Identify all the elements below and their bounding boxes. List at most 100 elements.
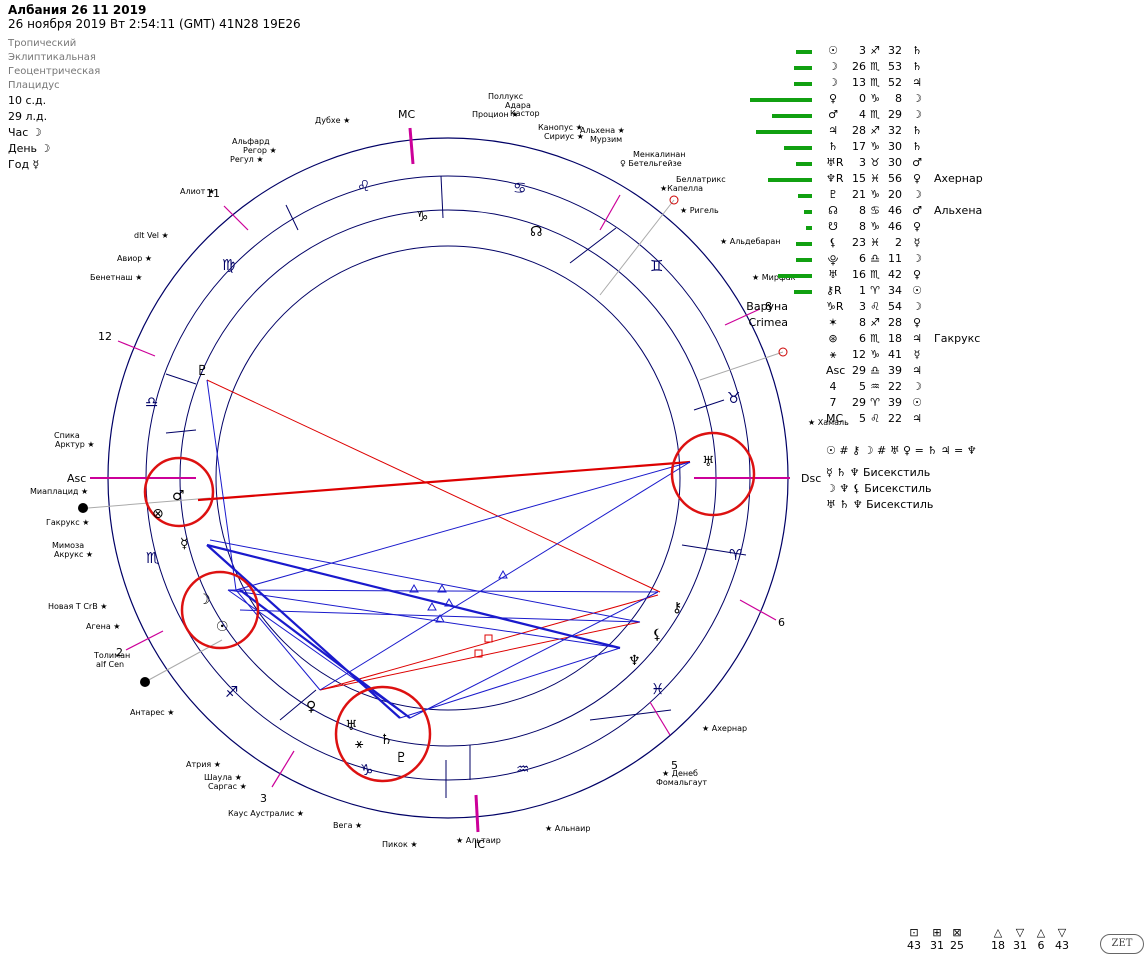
inner-ring [215,245,681,711]
degree-value: 13 [852,76,866,89]
planet-symbol: ♑R [826,300,844,313]
degree-value: 5 [859,412,866,425]
planet-symbol: MC [826,412,844,425]
aspect-summary-2: ☿ ♄ ♆ Бисекстиль [826,466,931,479]
sign-symbol: ♐ [870,316,880,329]
svg-text:Бенетнаш ★: Бенетнаш ★ [90,273,142,282]
gemini-glyph: ♊ [650,257,663,275]
aspect-lines [197,379,691,719]
cancer-glyph: ♋ [513,179,526,197]
svg-text:Толиман: Толиман [93,651,130,660]
ruler-symbol: ♄ [912,140,922,153]
svg-text:Спика: Спика [54,431,80,440]
ruler-symbol: ☽ [912,252,922,265]
degree-value: 15 [852,172,866,185]
ruler-symbol: ♀ [912,316,922,329]
minute-value: 53 [888,60,902,73]
square-stat-2: ⊞ 31 [930,926,944,952]
strength-bar [794,82,812,86]
pisces-glyph: ♓ [651,680,664,698]
degree-value: 4 [859,108,866,121]
svg-text:Беллатрикс: Беллатрикс [676,175,726,184]
planet-row: 4 5 ♒ 22 ☽ [750,380,1010,396]
mc-label: MC [398,108,415,121]
sun-icon: ☉ [216,619,229,635]
svg-text:Менкалинан: Менкалинан [633,150,685,159]
strength-bar [794,66,812,70]
minute-value: 30 [888,140,902,153]
minute-value: 32 [888,124,902,137]
planet-symbol: 7 [829,396,837,409]
triangle-stat-4: ▽ 43 [1055,926,1069,952]
highlight-circles [143,431,756,783]
planet-row: ☽ 26 ♏ 53 ♄ [750,60,1010,76]
uranus-retro-icon: ♅ [702,454,715,470]
ruler-symbol: ♃ [912,76,922,89]
triangle-stat-3: △ 6 [1036,926,1046,952]
svg-text:Мурзим: Мурзим [590,135,622,144]
ruler-symbol: ♄ [912,60,922,73]
svg-text:Агена ★: Агена ★ [86,622,120,631]
degree-value: 17 [852,140,866,153]
planet-symbol: ☋ [828,220,838,233]
svg-text:★ Ахернар: ★ Ахернар [702,724,747,733]
minute-value: 30 [888,156,902,169]
svg-text:Миаплацид ★: Миаплацид ★ [30,487,88,496]
degree-value: 28 [852,124,866,137]
triangle-stat-2: ▽ 31 [1013,926,1027,952]
zet-logo[interactable]: ZET [1100,934,1144,954]
svg-text:Шаула ★: Шаула ★ [204,773,242,782]
svg-text:Арктур ★: Арктур ★ [55,440,95,449]
minute-value: 29 [888,108,902,121]
house-3-label: 3 [260,792,267,805]
svg-text:Фомальгаут: Фомальгаут [656,778,707,787]
ruler-symbol: ♃ [912,364,922,377]
minute-value: 22 [888,380,902,393]
svg-text:♀ Бетельгейзе: ♀ Бетельгейзе [620,159,682,168]
planet-row: Варуна ♑R 3 ♌ 54 ☽ [746,300,1010,316]
ruler-symbol: ☿ [913,236,921,249]
degree-value: 16 [852,268,866,281]
planet-row: ♃ 28 ♐ 32 ♄ [750,124,1010,140]
planet-row: ♂ 4 ♏ 29 ☽ [750,108,1010,124]
strength-bar [768,178,812,182]
svg-text:alf Cen: alf Cen [96,660,124,669]
sign-symbol: ♏ [870,60,880,73]
aspect-markers [409,569,508,623]
sign-symbol: ♐ [870,44,880,57]
saturn-icon: ♄ [380,732,393,748]
sign-symbol: ♌ [870,412,880,425]
strength-bar [798,194,812,198]
ruler-symbol: ☽ [912,300,922,313]
svg-text:Поллукс: Поллукс [488,92,523,101]
sign-symbol: ♐ [870,124,880,137]
virgo-glyph: ♍ [222,256,235,274]
planet-row: ⚷R 1 ♈ 34 ☉ [750,284,1010,300]
svg-text:★ Альтаир: ★ Альтаир [456,836,501,845]
ruler-symbol: ☿ [913,348,921,361]
minute-value: 46 [888,220,902,233]
svg-text:Саргас ★: Саргас ★ [208,782,247,791]
planet-symbol: ♇ [828,188,838,201]
uranus-icon: ♅ [345,718,358,734]
planet-symbol: Asc [826,364,846,377]
planet-symbol: ♂ [828,108,838,121]
sign-symbol: ♎ [870,252,880,265]
degree-value: 8 [859,316,866,329]
varuna-icon: ♑ [416,209,429,225]
sign-glyphs: ♌ ♋ ♍ ♎ ♏ ♐ ♑ ♒ ♓ ♈ ♉ ♊ [145,177,742,779]
planet-symbol: ⊛ [828,332,838,345]
strength-bar [796,50,812,54]
mars-icon: ♂ [172,488,185,504]
svg-text:★ Денеб: ★ Денеб [662,769,698,778]
planet-symbol: ♀ [828,92,838,105]
minute-value: 54 [888,300,902,313]
strength-bar [772,114,812,118]
mercury-icon: ☿ [180,536,189,552]
capricorn-glyph: ♑ [360,761,373,779]
planet-row: ♅ 16 ♏ 42 ♀ [750,268,1010,284]
planet-symbol: ✶ [828,316,838,329]
minute-value: 28 [888,316,902,329]
planet-symbol: ☽ [828,76,838,89]
svg-text:Алиот ★: Алиот ★ [180,187,215,196]
